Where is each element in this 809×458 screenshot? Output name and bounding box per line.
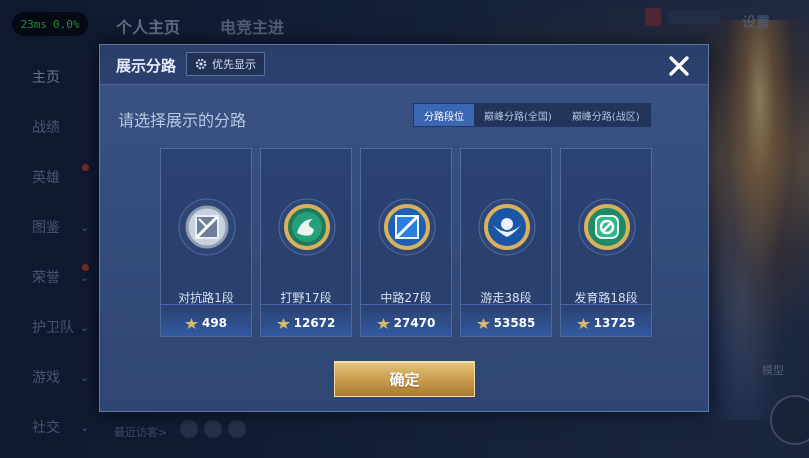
lane-rank-label: 游走38段 <box>480 291 532 305</box>
tab-lane-rank[interactable]: 分路段位 <box>414 104 474 126</box>
lane-rank-label: 打野17段 <box>280 291 332 305</box>
dialog-title: 展示分路 <box>116 57 177 75</box>
gear-icon <box>195 58 207 70</box>
rank-star-icon <box>276 317 290 329</box>
lane-mode-tabs: 分路段位 巅峰分路(全国) 巅峰分路(战区) <box>413 103 651 127</box>
lane-score-value: 13725 <box>593 316 636 330</box>
farm-lane-icon <box>578 198 636 256</box>
lane-card-farm[interactable]: 发育路18段 13725 <box>560 148 652 337</box>
dialog-header: 展示分路 优先显示 <box>100 45 708 85</box>
roam-icon <box>478 198 536 256</box>
tab-peak-region[interactable]: 巅峰分路(战区) <box>562 104 650 126</box>
rank-star-icon <box>476 317 490 329</box>
lane-display-dialog: 展示分路 优先显示 请选择展示的分路 分路段位 巅峰分路(全国) 巅峰分路(战区… <box>99 44 709 412</box>
select-lane-prompt: 请选择展示的分路 <box>118 111 247 130</box>
lane-score: 13725 <box>561 316 651 330</box>
confirm-button[interactable]: 确定 <box>334 361 475 397</box>
mid-lane-icon <box>378 198 436 256</box>
lane-score-value: 27470 <box>393 316 436 330</box>
clash-lane-icon <box>178 198 236 256</box>
lane-card-jungle[interactable]: 打野17段 12672 <box>260 148 352 337</box>
lane-rank-label: 对抗路1段 <box>178 291 234 305</box>
lane-rank-label: 发育路18段 <box>574 291 638 305</box>
lane-card-roam[interactable]: 游走38段 53585 <box>460 148 552 337</box>
lane-score: 53585 <box>461 316 551 330</box>
close-icon[interactable] <box>662 49 696 83</box>
lane-score-value: 498 <box>201 316 228 330</box>
lane-rank-label: 中路27段 <box>380 291 432 305</box>
tab-peak-national[interactable]: 巅峰分路(全国) <box>474 104 562 126</box>
lane-score-value: 12672 <box>293 316 336 330</box>
lane-score: 27470 <box>361 316 451 330</box>
lane-card-clash[interactable]: 对抗路1段 498 <box>160 148 252 337</box>
priority-display-label: 优先显示 <box>212 58 256 71</box>
lane-score-value: 53585 <box>493 316 536 330</box>
lane-score: 498 <box>161 316 251 330</box>
lane-cards: 对抗路1段 498 打野17段 12672 中路27段 27470 游走38段 … <box>160 148 652 337</box>
rank-star-icon <box>576 317 590 329</box>
priority-display-button[interactable]: 优先显示 <box>186 52 265 76</box>
rank-star-icon <box>184 317 198 329</box>
rank-star-icon <box>376 317 390 329</box>
lane-card-mid[interactable]: 中路27段 27470 <box>360 148 452 337</box>
lane-score: 12672 <box>261 316 351 330</box>
jungle-icon <box>278 198 336 256</box>
